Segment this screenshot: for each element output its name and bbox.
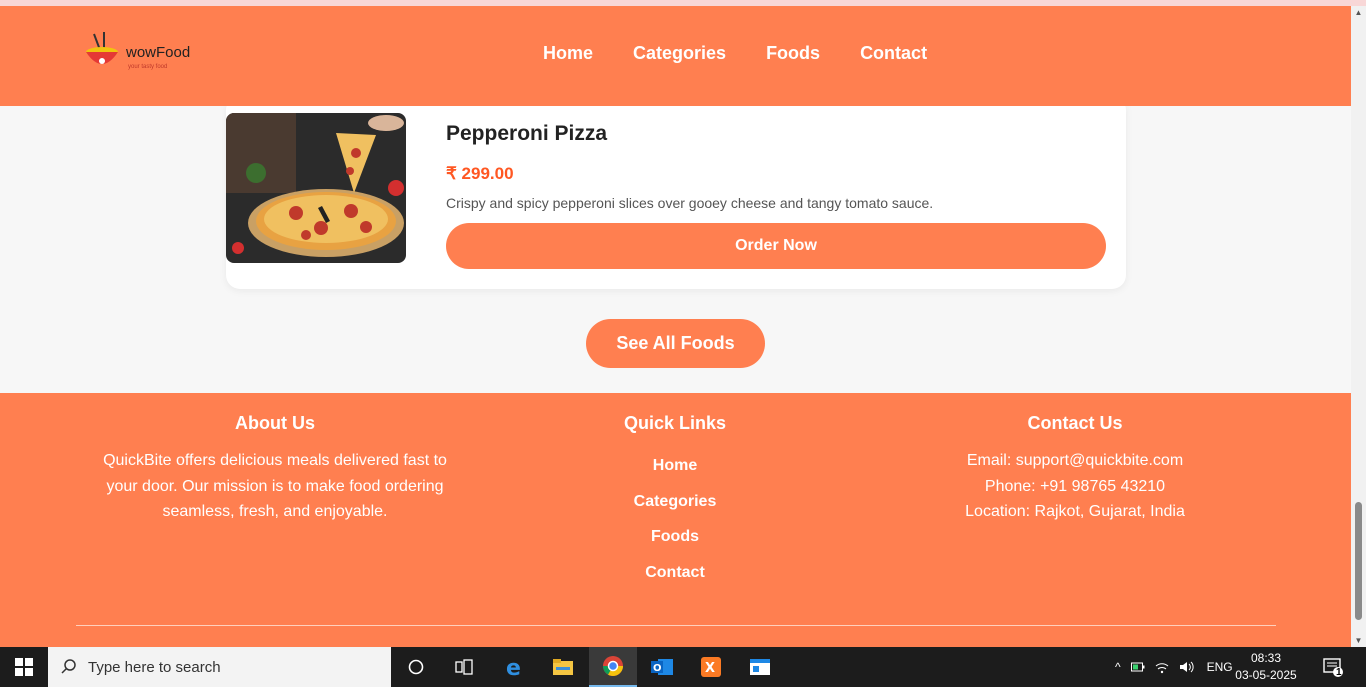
about-line: your door. Our mission is to make food o… (106, 477, 444, 495)
chevron-up-icon[interactable]: ^ (1115, 660, 1121, 674)
system-tray: ^ ENG (1115, 647, 1233, 687)
nav-categories[interactable]: Categories (633, 43, 726, 64)
svg-text:e: e (506, 656, 521, 678)
nav-home[interactable]: Home (543, 43, 593, 64)
food-description: Crispy and spicy pepperoni slices over g… (446, 195, 934, 211)
cortana-icon[interactable] (392, 647, 440, 687)
footer-link-categories[interactable]: Categories (575, 484, 775, 520)
notification-count: 1 (1336, 667, 1342, 678)
notification-center[interactable]: 1 (1322, 647, 1344, 687)
scroll-down-arrow-icon[interactable]: ▼ (1354, 636, 1363, 645)
xampp-icon[interactable]: X (687, 647, 735, 687)
see-all-foods-button[interactable]: See All Foods (586, 319, 765, 368)
footer-links-heading: Quick Links (623, 413, 727, 433)
footer: About Us QuickBite offers delicious meal… (0, 393, 1351, 647)
volume-icon[interactable] (1179, 660, 1195, 674)
brand-tagline: your tasty food (128, 64, 168, 70)
nav-foods[interactable]: Foods (766, 43, 820, 64)
footer-quick-links: Quick Links Home Categories Foods Contac… (575, 413, 775, 590)
edge-browser-icon[interactable]: e (490, 647, 538, 687)
about-line: QuickBite offers delicious meals deliver… (103, 452, 447, 469)
footer-contact-text: Email: support@quickbite.com Phone: +91 … (925, 448, 1225, 525)
language-indicator[interactable]: ENG (1207, 660, 1233, 674)
windows-start-button[interactable] (0, 647, 48, 687)
chrome-browser-icon[interactable] (589, 647, 637, 687)
windows-logo-icon (15, 658, 33, 676)
footer-contact: Contact Us Email: support@quickbite.com … (925, 413, 1225, 525)
vertical-scrollbar[interactable]: ▲ ▼ (1351, 6, 1366, 647)
navbar: wowFood your tasty food Home Categories … (0, 6, 1351, 106)
outlook-icon[interactable]: O (638, 647, 686, 687)
footer-contact-heading: Contact Us (1027, 413, 1123, 433)
main-nav: Home Categories Foods Contact (523, 43, 947, 64)
windows-taskbar: Type here to search e O X ^ ENG 08:33 03… (0, 647, 1366, 687)
order-now-button[interactable]: Order Now (446, 223, 1106, 269)
footer-link-home[interactable]: Home (575, 448, 775, 484)
contact-phone: Phone: +91 98765 43210 (984, 477, 1166, 495)
footer-about-heading: About Us (235, 413, 315, 433)
app-window-icon[interactable] (736, 647, 784, 687)
about-line: seamless, fresh, and enjoyable. (162, 503, 388, 520)
scroll-up-arrow-icon[interactable]: ▲ (1354, 8, 1363, 17)
food-image (226, 113, 406, 263)
clock-time: 08:33 (1250, 651, 1282, 665)
scrollbar-thumb[interactable] (1355, 502, 1362, 620)
clock-date: 03-05-2025 (1235, 668, 1297, 682)
battery-icon[interactable] (1130, 661, 1145, 673)
svg-text:X: X (705, 661, 715, 676)
footer-about-text: QuickBite offers delicious meals deliver… (95, 448, 455, 525)
taskbar-clock[interactable]: 08:33 03-05-2025 (1235, 650, 1296, 684)
food-bowl-icon (86, 32, 118, 64)
footer-about: About Us QuickBite offers delicious meal… (95, 413, 455, 525)
contact-email: Email: support@quickbite.com (966, 452, 1184, 469)
taskbar-search-box[interactable]: Type here to search (48, 647, 391, 687)
search-icon (61, 659, 76, 674)
brand-logo[interactable]: wowFood your tasty food (80, 30, 200, 76)
file-explorer-icon[interactable] (539, 647, 587, 687)
page-viewport: wowFood your tasty food Home Categories … (0, 6, 1351, 647)
footer-divider (76, 625, 1276, 626)
food-card: Pepperoni Pizza ₹ 299.00 Crispy and spic… (226, 96, 1126, 289)
food-title: Pepperoni Pizza (446, 122, 608, 145)
footer-link-contact[interactable]: Contact (575, 555, 775, 591)
footer-link-foods[interactable]: Foods (575, 519, 775, 555)
brand-name: wowFood (126, 44, 191, 61)
task-view-icon[interactable] (440, 647, 488, 687)
search-placeholder: Type here to search (88, 658, 221, 676)
svg-text:O: O (653, 663, 662, 674)
wifi-icon[interactable] (1155, 660, 1169, 674)
food-price: ₹ 299.00 (446, 164, 514, 183)
contact-location: Location: Rajkot, Gujarat, India (965, 503, 1185, 520)
nav-contact[interactable]: Contact (860, 43, 927, 64)
